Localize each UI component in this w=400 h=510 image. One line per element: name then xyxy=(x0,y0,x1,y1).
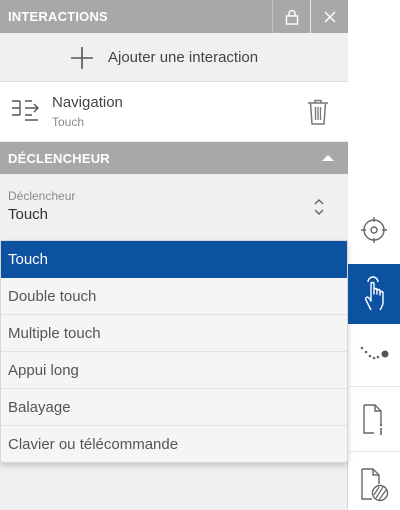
document-style-button[interactable] xyxy=(348,455,400,510)
dropdown-option[interactable]: Appui long xyxy=(1,352,347,389)
plus-icon xyxy=(71,47,93,69)
interaction-title: Navigation xyxy=(52,94,123,111)
add-interaction-label: Ajouter une interaction xyxy=(108,49,259,66)
target-button[interactable] xyxy=(348,200,400,260)
touch-gesture-button[interactable] xyxy=(348,264,400,324)
add-interaction-button[interactable]: Ajouter une interaction xyxy=(0,33,348,82)
trigger-field-value: Touch xyxy=(8,206,49,223)
panel-title: INTERACTIONS xyxy=(8,9,108,24)
dropdown-option[interactable]: Touch xyxy=(1,241,347,278)
chevron-up-icon[interactable] xyxy=(320,150,336,166)
interaction-subtitle: Touch xyxy=(52,115,85,129)
trash-icon[interactable] xyxy=(306,98,330,126)
touch-gesture-icon xyxy=(365,276,384,311)
document-style-icon xyxy=(361,468,389,502)
trigger-field-label: Déclencheur xyxy=(8,189,76,203)
trigger-section-header[interactable]: DÉCLENCHEUR xyxy=(0,142,348,174)
dropdown-option[interactable]: Multiple touch xyxy=(1,315,347,352)
trigger-select[interactable]: Déclencheur Touch xyxy=(0,174,348,240)
path-dots-icon xyxy=(360,346,389,360)
navigation-icon xyxy=(12,100,39,121)
dropdown-option[interactable]: Double touch xyxy=(1,278,347,315)
path-button[interactable] xyxy=(348,324,400,384)
toolbar-divider xyxy=(348,451,400,452)
trigger-dropdown: Touch Double touch Multiple touch Appui … xyxy=(0,240,348,463)
close-button[interactable] xyxy=(310,0,348,33)
close-icon xyxy=(323,10,336,23)
dropdown-option[interactable]: Clavier ou télécommande xyxy=(1,426,347,463)
panel-header: INTERACTIONS xyxy=(0,0,348,33)
lock-icon xyxy=(285,9,298,25)
document-info-button[interactable] xyxy=(348,390,400,450)
interaction-item[interactable]: Navigation Touch xyxy=(0,82,348,141)
select-arrows-icon xyxy=(314,199,324,215)
trigger-section-title: DÉCLENCHEUR xyxy=(8,151,110,166)
target-icon xyxy=(361,217,387,243)
lock-button[interactable] xyxy=(272,0,310,33)
dropdown-option[interactable]: Balayage xyxy=(1,389,347,426)
document-info-icon xyxy=(363,404,383,435)
toolbar-divider xyxy=(348,386,400,387)
